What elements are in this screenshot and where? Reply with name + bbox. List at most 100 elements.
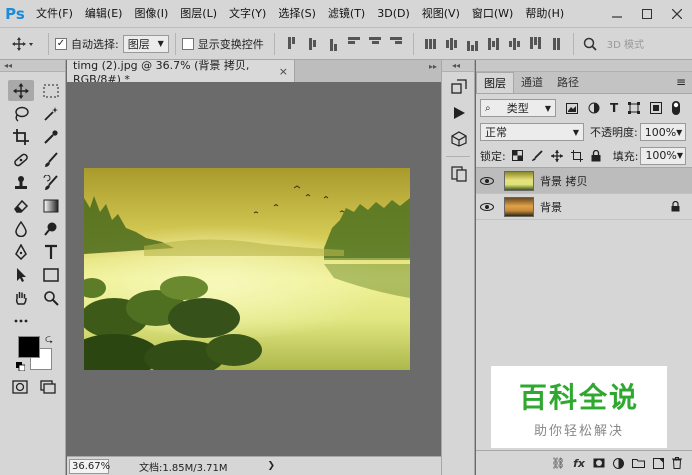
move-tool-preset-icon[interactable] (6, 35, 40, 53)
history-brush-tool-icon[interactable] (38, 172, 64, 193)
close-tab-icon[interactable]: × (279, 65, 288, 78)
filter-type-icon[interactable]: T (610, 101, 618, 115)
lock-all-icon[interactable] (591, 149, 601, 162)
filter-shape-icon[interactable] (628, 102, 641, 114)
filter-pixel-icon[interactable] (566, 102, 578, 114)
visibility-eye-icon[interactable] (476, 176, 498, 185)
layer-name[interactable]: 背景 拷贝 (540, 173, 588, 189)
foreground-color-swatch[interactable] (18, 336, 40, 358)
pen-tool-icon[interactable] (8, 241, 34, 262)
crop-tool-icon[interactable] (8, 126, 34, 147)
zoom-tool-icon[interactable] (38, 287, 64, 308)
collapse-strip-icon[interactable]: ◂◂ (442, 60, 474, 72)
status-arrow-icon[interactable]: ❯ (268, 461, 276, 471)
layer-filter-dropdown[interactable]: ⌕ 类型 ▼ (480, 99, 556, 117)
align-right-icon[interactable] (388, 35, 405, 53)
close-icon[interactable] (662, 0, 692, 28)
blur-tool-icon[interactable] (8, 218, 34, 239)
3d-mode-label[interactable]: 3D 模式 (607, 36, 644, 51)
brush-tool-icon[interactable] (38, 149, 64, 170)
fill-field[interactable]: 100% ▼ (640, 146, 687, 165)
actions-panel-icon[interactable] (447, 102, 471, 124)
quick-mask-icon[interactable] (12, 380, 28, 394)
document-image[interactable] (84, 168, 410, 370)
hand-tool-icon[interactable] (8, 287, 34, 308)
delete-layer-icon[interactable] (672, 457, 682, 469)
distribute-vcenter-icon[interactable] (443, 35, 460, 53)
menu-edit[interactable]: 编辑(E) (79, 0, 129, 28)
lock-position-icon[interactable] (550, 149, 563, 162)
move-tool-icon[interactable] (8, 80, 34, 101)
lock-transparent-icon[interactable] (511, 150, 523, 161)
tab-paths[interactable]: 路径 (550, 72, 586, 93)
layer-row-background[interactable]: 背景 (476, 194, 692, 220)
distribute-bottom-icon[interactable] (464, 35, 481, 53)
filter-toggle-icon[interactable] (672, 101, 681, 115)
align-left-icon[interactable] (346, 35, 363, 53)
layer-row-background-copy[interactable]: 背景 拷贝 (476, 168, 692, 194)
minimize-icon[interactable] (602, 0, 632, 28)
tab-channels[interactable]: 通道 (514, 72, 550, 93)
path-selection-tool-icon[interactable] (8, 264, 34, 285)
menu-type[interactable]: 文字(Y) (223, 0, 272, 28)
distribute-left-icon[interactable] (485, 35, 502, 53)
history-panel-icon[interactable] (447, 76, 471, 98)
menu-filter[interactable]: 滤镜(T) (322, 0, 371, 28)
filter-smart-object-icon[interactable] (650, 102, 663, 114)
eyedropper-tool-icon[interactable] (38, 126, 64, 147)
swap-colors-icon[interactable]: ⮎ (45, 332, 53, 349)
menu-select[interactable]: 选择(S) (272, 0, 322, 28)
menu-image[interactable]: 图像(I) (128, 0, 174, 28)
clone-stamp-tool-icon[interactable] (8, 172, 34, 193)
align-hcenter-icon[interactable] (367, 35, 384, 53)
more-tools-icon[interactable] (8, 310, 34, 331)
lock-artboard-icon[interactable] (570, 149, 583, 162)
adjustment-layer-icon[interactable] (613, 457, 624, 469)
distribute-hcenter-icon[interactable] (506, 35, 523, 53)
menu-view[interactable]: 视图(V) (416, 0, 466, 28)
search-icon[interactable] (582, 35, 599, 53)
distribute-top-icon[interactable] (422, 35, 439, 53)
menu-help[interactable]: 帮助(H) (519, 0, 570, 28)
healing-brush-tool-icon[interactable] (8, 149, 34, 170)
align-bottom-icon[interactable] (325, 35, 342, 53)
document-tab[interactable]: timg (2).jpg @ 36.7% (背景 拷贝, RGB/8#) * × (67, 59, 295, 86)
menu-file[interactable]: 文件(F) (30, 0, 79, 28)
menu-window[interactable]: 窗口(W) (466, 0, 519, 28)
layer-name[interactable]: 背景 (540, 199, 562, 215)
auto-align-icon[interactable] (548, 35, 565, 53)
distribute-right-icon[interactable] (527, 35, 544, 53)
show-transform-checkbox[interactable] (181, 37, 194, 50)
auto-select-dropdown[interactable]: 图层 ▼ (122, 34, 169, 53)
opacity-field[interactable]: 100% ▼ (639, 123, 686, 141)
maximize-icon[interactable] (632, 0, 662, 28)
layer-style-icon[interactable]: fx (573, 457, 585, 470)
new-group-icon[interactable] (632, 458, 645, 468)
3d-panel-icon[interactable] (447, 128, 471, 150)
default-colors-icon[interactable] (16, 362, 25, 371)
lasso-tool-icon[interactable] (8, 103, 34, 124)
align-top-icon[interactable] (283, 35, 300, 53)
marquee-tool-icon[interactable] (38, 80, 64, 101)
blend-mode-dropdown[interactable]: 正常 ▼ (480, 123, 584, 141)
type-tool-icon[interactable] (38, 241, 64, 262)
link-layers-icon[interactable]: ⛓ (551, 457, 565, 470)
properties-panel-icon[interactable] (447, 163, 471, 185)
gradient-tool-icon[interactable] (38, 195, 64, 216)
new-layer-icon[interactable] (653, 457, 664, 469)
auto-select-checkbox[interactable]: ✓ (55, 37, 67, 50)
menu-layer[interactable]: 图层(L) (174, 0, 223, 28)
panel-collapse-bar[interactable] (476, 60, 692, 72)
eraser-tool-icon[interactable] (8, 195, 34, 216)
menu-3d[interactable]: 3D(D) (371, 0, 416, 28)
add-mask-icon[interactable] (593, 458, 605, 468)
collapse-panels-icon[interactable]: ▸▸ (429, 62, 437, 71)
tab-layers[interactable]: 图层 (476, 72, 514, 93)
zoom-level-field[interactable]: 36.67% (69, 458, 110, 474)
panel-menu-icon[interactable]: ≡ (676, 72, 686, 93)
filter-adjustment-icon[interactable] (588, 102, 600, 114)
screen-mode-icon[interactable] (40, 380, 56, 394)
dodge-tool-icon[interactable] (38, 218, 64, 239)
visibility-eye-icon[interactable] (476, 202, 498, 211)
lock-pixels-icon[interactable] (531, 149, 543, 162)
